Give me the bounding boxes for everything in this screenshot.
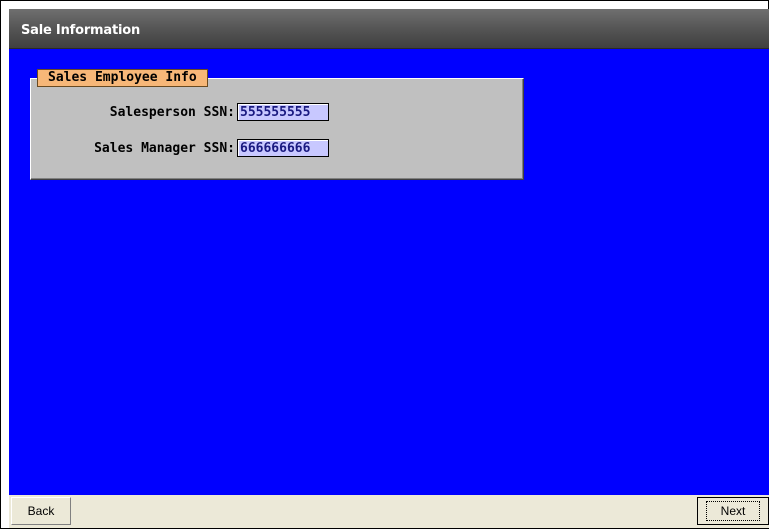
next-button-label: Next xyxy=(705,501,761,521)
back-button[interactable]: Back xyxy=(11,497,71,525)
salesperson-ssn-label: Salesperson SSN: xyxy=(109,105,235,120)
sales-manager-ssn-input[interactable] xyxy=(237,139,329,157)
groupbox-legend: Sales Employee Info xyxy=(37,69,208,87)
app-window: Sale Information Sales Employee Info Sal… xyxy=(0,0,769,529)
bottom-button-bar xyxy=(9,495,769,528)
sales-employee-groupbox xyxy=(30,78,524,180)
back-button-label: Back xyxy=(27,504,55,518)
sales-manager-ssn-label: Sales Manager SSN: xyxy=(94,141,235,156)
title-bar: Sale Information xyxy=(9,9,769,49)
next-button[interactable]: Next xyxy=(697,497,769,525)
window-title: Sale Information xyxy=(21,23,140,38)
salesperson-ssn-input[interactable] xyxy=(237,103,329,121)
